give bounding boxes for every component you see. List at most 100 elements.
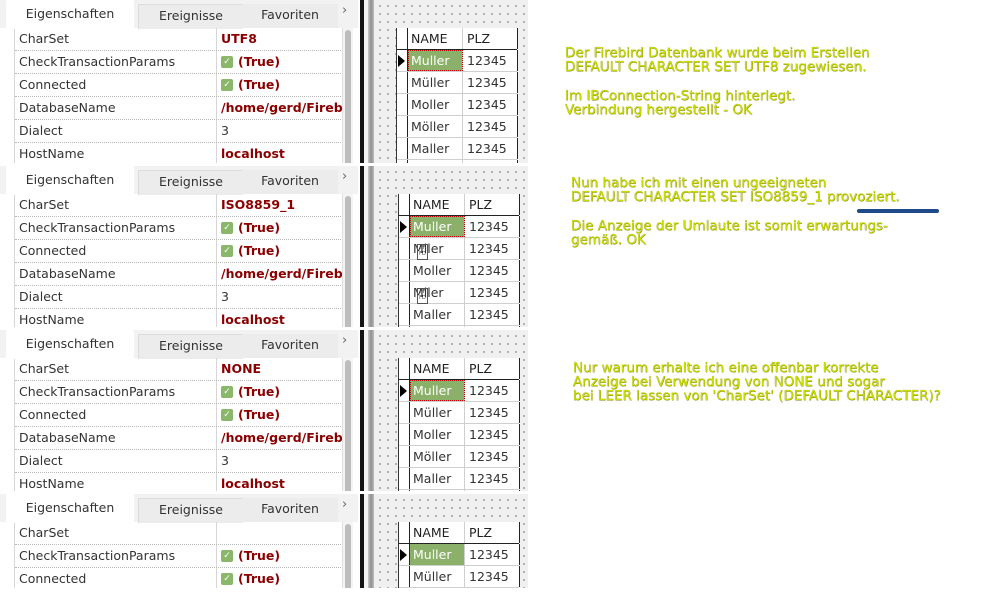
table-row[interactable]: Mäller12345 <box>399 490 520 491</box>
cell-plz[interactable]: 12345 <box>465 446 520 467</box>
column-header-name[interactable]: NAME <box>408 28 463 49</box>
splitter[interactable] <box>358 494 374 588</box>
column-header-name[interactable]: NAME <box>410 522 465 543</box>
cell-name[interactable]: MFFFDller <box>410 282 465 304</box>
checkbox-checked-icon[interactable]: ✓ <box>221 245 233 257</box>
column-header-plz[interactable]: PLZ <box>465 194 520 215</box>
cell-name[interactable]: Moller <box>408 94 463 115</box>
property-value[interactable]: /home/gerd/Firebi <box>216 97 344 119</box>
cell-plz[interactable]: 12345 <box>465 260 520 281</box>
splitter[interactable] <box>358 166 374 327</box>
table-row[interactable]: Muller 12345 <box>399 544 520 566</box>
db-grid[interactable]: NAME PLZ Muller 12345 Müller 12345 <box>398 522 520 588</box>
cell-plz[interactable]: 12345 <box>465 304 520 325</box>
cell-name[interactable]: Moller <box>410 424 465 445</box>
table-row[interactable]: Mäller12345 <box>397 160 518 163</box>
checkbox-checked-icon[interactable]: ✓ <box>221 573 233 585</box>
property-row-checktransactionparams[interactable]: CheckTransactionParams ✓ (True) <box>15 545 343 568</box>
chevron-right-icon[interactable]: › <box>342 169 347 184</box>
tab-favoriten[interactable]: Favoriten <box>242 334 338 358</box>
property-row-connected[interactable]: Connected ✓ (True) <box>15 404 343 427</box>
cell-name[interactable]: MFFFDller <box>410 238 465 260</box>
splitter[interactable] <box>358 330 374 491</box>
cell-plz[interactable]: 12345 <box>463 50 518 71</box>
inspector-scrollbar[interactable] <box>342 522 353 588</box>
inspector-scrollbar[interactable] <box>342 358 353 491</box>
property-value[interactable]: ✓ (True) <box>216 74 344 96</box>
inspector-scrollbar[interactable] <box>342 28 353 163</box>
cell-name[interactable]: Mäller <box>408 160 463 163</box>
cell-name[interactable]: Mäller <box>410 490 465 491</box>
cell-name[interactable]: Maller <box>410 468 465 489</box>
cell-name[interactable]: Muller <box>410 544 465 565</box>
property-value[interactable]: /home/gerd/Firebi <box>216 427 344 449</box>
property-value[interactable]: ✓ (True) <box>216 240 344 262</box>
cell-plz[interactable]: 12345 <box>465 380 520 401</box>
cell-name[interactable]: Möller <box>408 116 463 137</box>
cell-plz[interactable]: 12345 <box>465 566 520 587</box>
cell-name[interactable]: Muller <box>408 50 463 71</box>
property-value[interactable]: ✓ (True) <box>216 217 344 239</box>
scrollbar-thumb[interactable] <box>345 524 351 588</box>
cell-plz[interactable]: 12345 <box>463 138 518 159</box>
tab-ereignisse[interactable]: Ereignisse <box>138 4 243 29</box>
column-header-plz[interactable]: PLZ <box>463 28 518 49</box>
column-header-name[interactable]: NAME <box>410 194 465 215</box>
property-row-connected[interactable]: Connected ✓ (True) <box>15 74 343 97</box>
table-row[interactable]: Maller 12345 <box>399 304 520 326</box>
cell-name[interactable]: Maller <box>408 138 463 159</box>
column-header-plz[interactable]: PLZ <box>465 522 520 543</box>
table-row[interactable]: Muller 12345 <box>397 50 518 72</box>
table-row[interactable]: Möller 12345 <box>397 116 518 138</box>
cell-plz[interactable]: 12345 <box>465 402 520 423</box>
cell-plz[interactable]: 12345 <box>463 72 518 93</box>
checkbox-checked-icon[interactable]: ✓ <box>221 386 233 398</box>
table-row[interactable]: Moller 12345 <box>397 94 518 116</box>
cell-plz[interactable]: 12345 <box>463 160 518 163</box>
chevron-right-icon[interactable]: › <box>342 497 347 512</box>
table-row[interactable]: MFFFDller12345 <box>399 326 520 327</box>
column-header-plz[interactable]: PLZ <box>465 358 520 379</box>
checkbox-checked-icon[interactable]: ✓ <box>221 409 233 421</box>
cell-name[interactable]: Müller <box>410 566 465 587</box>
property-row-hostname[interactable]: HostName localhost <box>15 143 343 163</box>
cell-plz[interactable]: 12345 <box>465 282 520 303</box>
table-row[interactable]: Müller 12345 <box>399 566 520 588</box>
tab-ereignisse[interactable]: Ereignisse <box>138 170 243 195</box>
property-value[interactable]: ✓ (True) <box>216 545 344 567</box>
cell-name[interactable]: Müller <box>410 402 465 423</box>
property-row-charset[interactable]: CharSet NONE <box>15 358 343 381</box>
property-row-checktransactionparams[interactable]: CheckTransactionParams ✓ (True) <box>15 381 343 404</box>
property-row-connected[interactable]: Connected ✓ (True) <box>15 568 343 588</box>
property-value[interactable] <box>216 522 344 544</box>
table-row[interactable]: Müller 12345 <box>399 402 520 424</box>
property-row-charset[interactable]: CharSet <box>15 522 343 545</box>
property-value[interactable]: localhost <box>216 143 344 163</box>
cell-plz[interactable]: 12345 <box>465 326 520 327</box>
table-row[interactable]: Moller 12345 <box>399 260 520 282</box>
cell-name[interactable]: Muller <box>410 380 465 401</box>
property-row-connected[interactable]: Connected ✓ (True) <box>15 240 343 263</box>
db-grid[interactable]: NAME PLZ Muller 12345 Müller 12345 Moller 12… <box>396 28 518 163</box>
cell-plz[interactable]: 12345 <box>465 238 520 259</box>
cell-name[interactable]: Moller <box>410 260 465 281</box>
property-row-checktransactionparams[interactable]: CheckTransactionParams ✓ (True) <box>15 217 343 240</box>
property-row-dialect[interactable]: Dialect 3 <box>15 450 343 473</box>
property-row-charset[interactable]: CharSet UTF8 <box>15 28 343 51</box>
cell-name[interactable]: Muller <box>410 216 465 237</box>
property-row-dialect[interactable]: Dialect 3 <box>15 286 343 309</box>
table-row[interactable]: MFFFDller12345 <box>399 238 520 260</box>
property-value[interactable]: /home/gerd/Firebi <box>216 263 344 285</box>
property-row-hostname[interactable]: HostName localhost <box>15 309 343 327</box>
tab-eigenschaften[interactable]: Eigenschaften <box>6 166 134 195</box>
cell-plz[interactable]: 12345 <box>465 544 520 565</box>
cell-plz[interactable]: 12345 <box>465 490 520 491</box>
property-row-databasename[interactable]: DatabaseName/home/gerd/Firebi <box>15 97 344 120</box>
chevron-right-icon[interactable]: › <box>342 3 347 18</box>
splitter[interactable] <box>358 0 374 163</box>
property-value[interactable]: ✓ (True) <box>216 51 344 73</box>
checkbox-checked-icon[interactable]: ✓ <box>221 550 233 562</box>
property-row-databasename[interactable]: DatabaseName/home/gerd/Firebi <box>15 427 344 450</box>
column-header-name[interactable]: NAME <box>410 358 465 379</box>
checkbox-checked-icon[interactable]: ✓ <box>221 79 233 91</box>
